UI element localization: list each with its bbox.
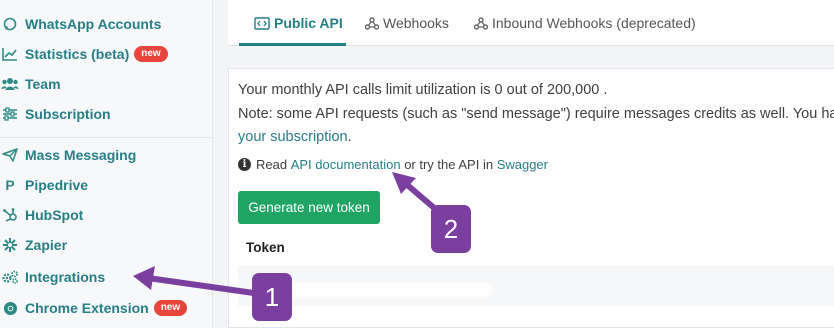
api-limit-text: Your monthly API calls limit utilization…: [238, 82, 608, 98]
sidebar-item-chrome-extension[interactable]: Chrome Extension new: [0, 295, 213, 321]
new-badge: new: [153, 300, 188, 316]
sidebar-item-integrations[interactable]: Integrations: [0, 264, 213, 290]
redacted-token: [280, 283, 492, 297]
whatsapp-icon: [0, 14, 20, 34]
token-column-header: Token: [246, 240, 285, 255]
generate-token-button[interactable]: Generate new token: [238, 191, 380, 224]
sidebar-divider: [0, 137, 213, 138]
tab-inbound-webhooks[interactable]: Inbound Webhooks (deprecated): [474, 0, 696, 46]
sidebar-item-label: Subscription: [25, 106, 111, 122]
sidebar-item-label: Pipedrive: [25, 177, 89, 193]
sidebar-item-label: Chrome Extension: [25, 300, 149, 316]
code-icon: [254, 16, 270, 30]
zapier-icon: [0, 235, 20, 255]
sidebar-item-label: HubSpot: [25, 207, 84, 223]
tab-label: Webhooks: [383, 15, 449, 31]
webhook-icon: [474, 16, 488, 30]
paper-plane-icon: [0, 145, 20, 165]
pipedrive-icon: P: [5, 177, 15, 193]
or-text: or try the API in: [404, 157, 494, 172]
sidebar-item-hubspot[interactable]: HubSpot: [0, 202, 213, 228]
sidebar-item-zapier[interactable]: Zapier: [0, 232, 213, 258]
tab-label: Public API: [274, 15, 343, 31]
users-icon: [0, 74, 20, 94]
sidebar-item-statistics[interactable]: Statistics (beta) new: [0, 41, 213, 67]
api-docs-line: i Read API documentation or try the API …: [238, 157, 548, 172]
chrome-icon: [0, 298, 20, 318]
chart-line-icon: [0, 44, 20, 64]
sidebar-item-label: Team: [25, 76, 61, 92]
subscription-line: your subscription.: [238, 129, 352, 145]
webhook-icon: [365, 16, 379, 30]
swagger-link[interactable]: Swagger: [497, 157, 548, 172]
sidebar-item-whatsapp-accounts[interactable]: WhatsApp Accounts: [0, 11, 213, 37]
sidebar: WhatsApp Accounts Statistics (beta) new …: [0, 0, 213, 328]
tab-webhooks[interactable]: Webhooks: [365, 0, 449, 46]
info-icon: i: [238, 158, 251, 171]
sidebar-item-label: Statistics (beta): [25, 46, 130, 62]
sidebar-item-label: WhatsApp Accounts: [25, 16, 162, 32]
sidebar-item-subscription[interactable]: Subscription: [0, 101, 213, 127]
read-prefix: Read: [256, 157, 288, 172]
sidebar-item-team[interactable]: Team: [0, 71, 213, 97]
api-documentation-link[interactable]: API documentation: [291, 157, 401, 172]
gears-icon: [0, 267, 20, 287]
sidebar-item-label: Integrations: [25, 269, 106, 285]
subscription-link[interactable]: your subscription: [238, 129, 348, 145]
new-badge: new: [134, 46, 168, 62]
active-tab-indicator: [239, 43, 346, 46]
tab-label: Inbound Webhooks (deprecated): [492, 15, 696, 31]
period-text: .: [347, 129, 352, 145]
hubspot-icon: [0, 205, 20, 225]
sidebar-item-mass-messaging[interactable]: Mass Messaging: [0, 142, 213, 168]
api-note-text: Note: some API requests (such as "send m…: [238, 106, 834, 122]
sliders-icon: [0, 104, 20, 124]
sidebar-item-label: Mass Messaging: [25, 147, 137, 163]
tab-public-api[interactable]: Public API: [254, 0, 343, 46]
sidebar-item-pipedrive[interactable]: P Pipedrive: [0, 172, 213, 198]
sidebar-item-label: Zapier: [25, 237, 68, 253]
